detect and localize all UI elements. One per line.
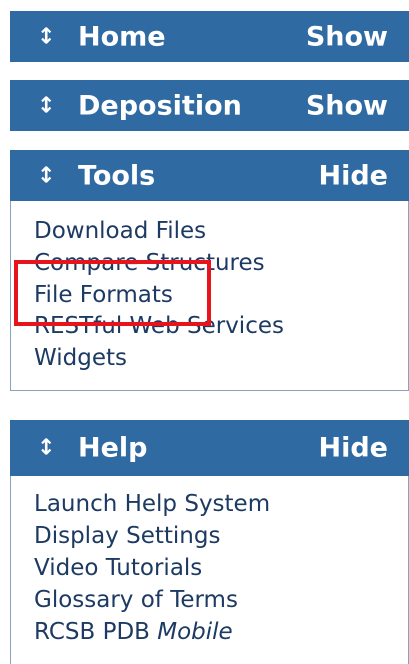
home-section-header[interactable]: ↕ Home Show: [10, 11, 409, 62]
tools-section-header[interactable]: ↕ Tools Hide: [10, 150, 409, 201]
download-files-link[interactable]: Download Files: [34, 217, 206, 245]
launch-help-system-link[interactable]: Launch Help System: [34, 490, 270, 518]
tools-section-title: Tools: [78, 160, 156, 191]
glossary-of-terms-link[interactable]: Glossary of Terms: [34, 586, 238, 614]
deposition-section-header[interactable]: ↕ Deposition Show: [10, 80, 409, 131]
rcsb-pdb-mobile-link[interactable]: RCSB PDB Mobile: [34, 618, 233, 646]
deposition-section-title: Deposition: [78, 90, 242, 121]
help-section-title: Help: [78, 432, 148, 464]
deposition-show-toggle[interactable]: Show: [306, 90, 388, 121]
expand-collapse-icon: ↕: [37, 24, 56, 49]
widgets-link[interactable]: Widgets: [34, 344, 127, 372]
expand-collapse-icon: ↕: [37, 163, 56, 188]
expand-collapse-icon: ↕: [37, 435, 56, 461]
restful-web-services-link[interactable]: RESTful Web Services: [34, 312, 284, 340]
mobile-label: Mobile: [157, 619, 233, 645]
rcsb-pdb-label: RCSB PDB: [34, 619, 158, 645]
help-section-header[interactable]: ↕ Help Hide: [10, 420, 409, 476]
file-formats-link[interactable]: File Formats: [34, 281, 173, 309]
home-section-title: Home: [78, 21, 166, 52]
home-show-toggle[interactable]: Show: [306, 21, 388, 52]
video-tutorials-link[interactable]: Video Tutorials: [34, 554, 202, 582]
tools-hide-toggle[interactable]: Hide: [319, 160, 389, 191]
help-hide-toggle[interactable]: Hide: [319, 433, 389, 464]
display-settings-link[interactable]: Display Settings: [34, 522, 220, 550]
expand-collapse-icon: ↕: [37, 93, 56, 118]
compare-structures-link[interactable]: Compare Structures: [34, 249, 265, 277]
